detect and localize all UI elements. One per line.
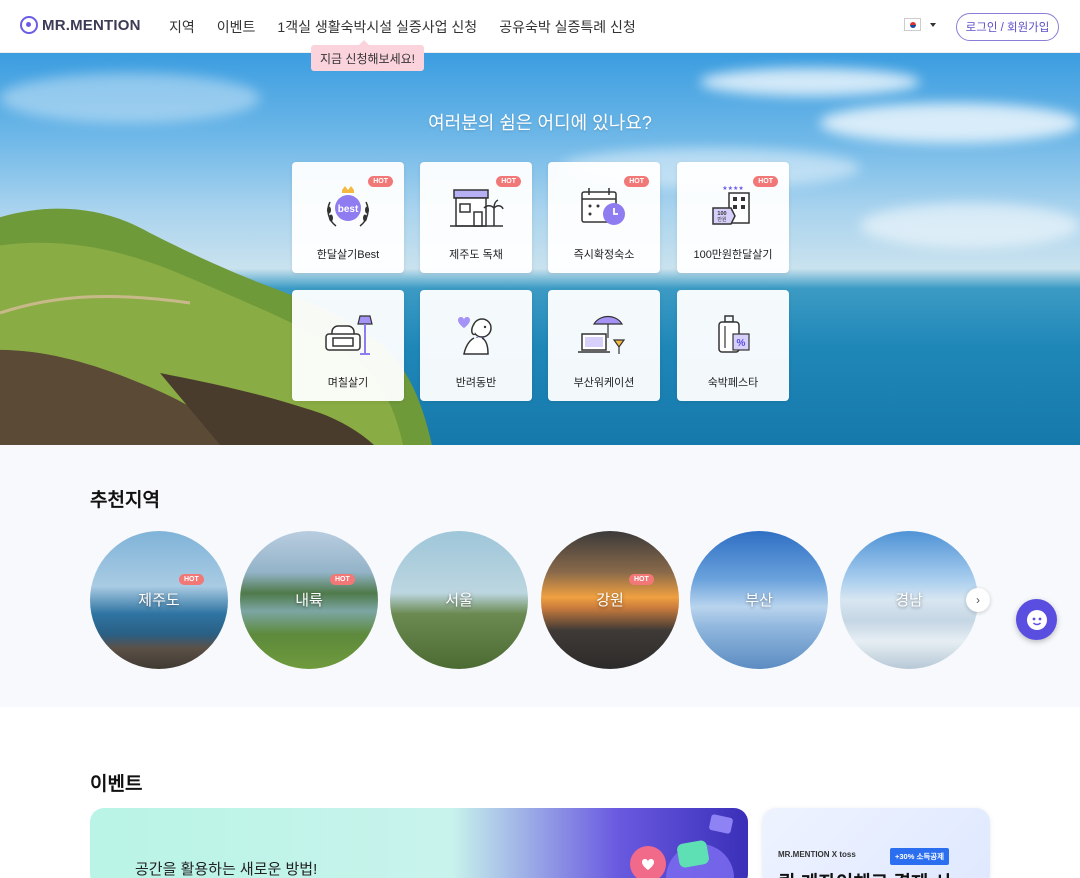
luggage-discount-icon: % [718, 315, 750, 353]
event-banner-toss[interactable]: MR.MENTION X toss +30% 소득공제 퀵 계좌이체로 결제 시 [762, 808, 990, 878]
hot-badge: HOT [629, 574, 654, 585]
cloud-shape [700, 68, 920, 96]
laptop-umbrella-icon [578, 315, 626, 354]
event-banner-text: 공간을 활용하는 새로운 방법! [135, 861, 318, 878]
category-card-one-million-month[interactable]: HOT ★★★★ 100 만원 100만원한달살기 [677, 162, 789, 273]
toss-brand-text: MR.MENTION X toss [778, 850, 856, 859]
logo[interactable]: MR.MENTION [20, 16, 141, 34]
chatbot-face-icon [1026, 609, 1047, 630]
recommended-region-title: 추천지역 [90, 490, 160, 511]
dog-heart-icon [458, 317, 492, 355]
hot-badge: HOT [179, 574, 204, 585]
toss-banner-headline: 퀵 계좌이체로 결제 시 [778, 868, 951, 878]
category-card-pet-friendly[interactable]: 반려동반 [420, 290, 532, 401]
event-banner-space[interactable]: 공간을 활용하는 새로운 방법! [90, 808, 748, 878]
top-header: MR.MENTION 지역 이벤트 1객실 생활숙박시설 실증사업 신청 공유숙… [0, 0, 1080, 53]
region-card-gangwon[interactable]: HOT 강원 [541, 531, 679, 669]
region-name: 내륙 [295, 592, 323, 609]
logo-icon [20, 16, 38, 34]
category-card-monthly-best[interactable]: HOT best 한달살기Best [292, 162, 404, 273]
chatbot-button[interactable] [1016, 599, 1057, 640]
category-label: 부산워케이션 [573, 377, 635, 389]
house-palm-icon [450, 189, 504, 227]
region-card-busan[interactable]: 부산 [690, 531, 828, 669]
svg-text:★★★★: ★★★★ [722, 185, 744, 192]
calendar-clock-icon [581, 188, 625, 225]
category-card-busan-workation[interactable]: 부산워케이션 [548, 290, 660, 401]
region-carousel-next-button[interactable]: › [966, 588, 990, 612]
hotel-price-tag-icon: ★★★★ 100 만원 [712, 185, 750, 225]
region-name: 경남 [895, 592, 923, 609]
category-card-lodging-festa[interactable]: % 숙박페스타 [677, 290, 789, 401]
region-name: 부산 [745, 592, 773, 609]
region-card-inland[interactable]: HOT 내륙 [240, 531, 378, 669]
category-label: 즉시확정숙소 [573, 249, 635, 261]
nav-item-single-room-pilot[interactable]: 1객실 생활숙박시설 실증사업 신청 [277, 17, 477, 37]
chevron-right-icon: › [976, 593, 980, 607]
best-laurel-icon: best [327, 186, 369, 227]
cloud-shape [860, 203, 1080, 248]
category-card-few-days-stay[interactable]: 며칠살기 [292, 290, 404, 401]
armchair-lamp-icon [325, 315, 373, 355]
nav-item-region[interactable]: 지역 [169, 17, 195, 37]
coastal-cliff-image [0, 208, 432, 445]
category-label: 며칠살기 [327, 377, 369, 389]
region-name: 제주도 [138, 592, 180, 609]
svg-text:만원: 만원 [717, 216, 727, 223]
category-label: 반려동반 [455, 377, 497, 389]
language-dropdown-caret-icon[interactable] [930, 23, 936, 27]
income-deduction-badge: +30% 소득공제 [890, 848, 950, 865]
region-name: 서울 [445, 592, 473, 609]
region-name: 강원 [596, 592, 624, 609]
category-card-jeju-house[interactable]: HOT 제주도 독채 [420, 162, 532, 273]
korea-flag-icon[interactable] [904, 18, 921, 31]
event-section-title: 이벤트 [90, 774, 143, 795]
main-nav: 지역 이벤트 1객실 생활숙박시설 실증사업 신청 공유숙박 실증특례 신청 [169, 17, 636, 37]
category-card-instant-confirm[interactable]: HOT 즉시확정숙소 [548, 162, 660, 273]
region-card-gyeongnam[interactable]: 경남 [840, 531, 978, 669]
category-label: 숙박페스타 [707, 377, 759, 389]
region-card-seoul[interactable]: 서울 [390, 531, 528, 669]
hot-badge: HOT [330, 574, 355, 585]
apply-now-tooltip[interactable]: 지금 신청해보세요! [311, 40, 424, 71]
hero-banner: 여러분의 쉼은 어디에 있나요? HOT best 한달살기Best HOT 제… [0, 53, 1080, 445]
category-label: 100만원한달살기 [693, 249, 773, 261]
category-label: 한달살기Best [316, 249, 380, 261]
login-signup-button[interactable]: 로그인 / 회원가입 [956, 13, 1059, 41]
region-card-jeju[interactable]: HOT 제주도 [90, 531, 228, 669]
event-banner-illustration [630, 814, 734, 878]
logo-text: MR.MENTION [42, 16, 141, 34]
svg-text:%: % [737, 338, 746, 349]
hero-title: 여러분의 쉼은 어디에 있나요? [428, 113, 652, 133]
svg-text:best: best [338, 204, 359, 215]
category-label: 제주도 독채 [449, 249, 503, 261]
nav-item-event[interactable]: 이벤트 [217, 17, 256, 37]
nav-item-shared-lodging[interactable]: 공유숙박 실증특례 신청 [499, 17, 636, 37]
